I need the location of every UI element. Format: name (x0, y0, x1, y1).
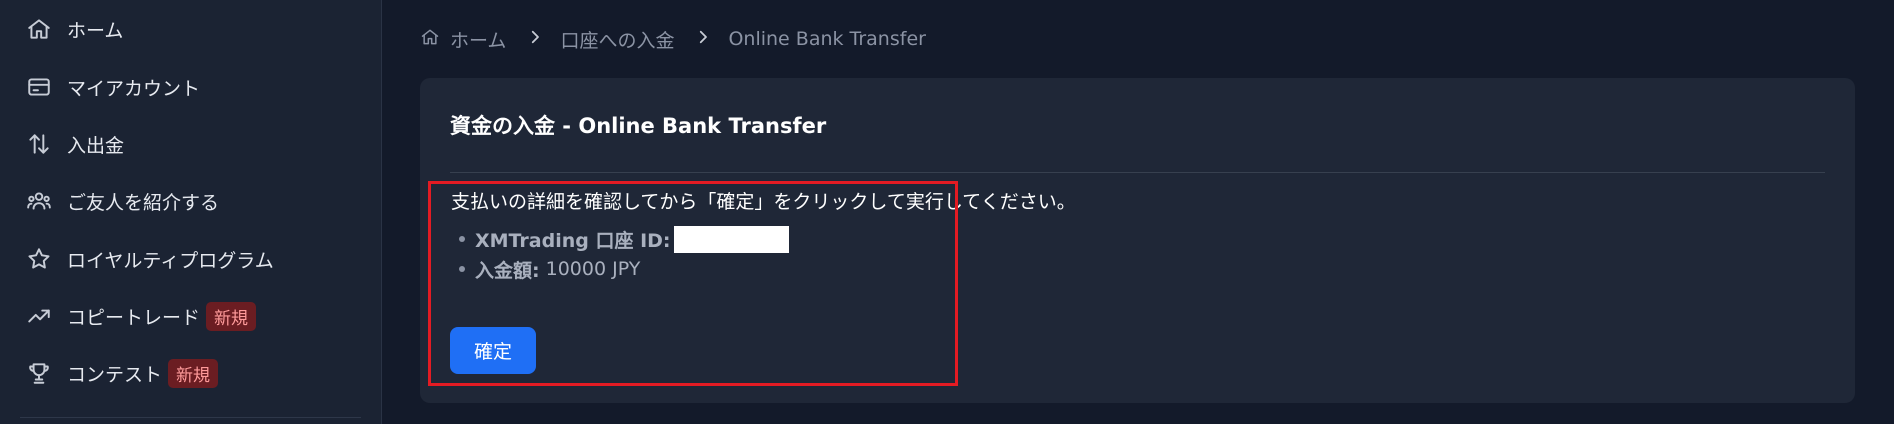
card-divider (450, 172, 1825, 173)
users-icon (25, 187, 53, 215)
sidebar-item-label: マイアカウント (67, 77, 201, 100)
chevron-right-icon (694, 28, 712, 51)
card-icon (25, 73, 53, 101)
sidebar-item-label: コンテスト (67, 363, 163, 386)
sidebar-item-label: コピートレード (67, 306, 201, 329)
trophy-icon (25, 359, 53, 387)
breadcrumb-deposit[interactable]: 口座への入金 (560, 26, 674, 53)
sidebar-item-refer-friends[interactable]: ご友人を紹介する (25, 181, 219, 221)
highlight-box (428, 181, 958, 386)
card-title: 資金の入金 - Online Bank Transfer (450, 114, 827, 138)
star-icon (25, 245, 53, 273)
sidebar-item-deposit-withdraw[interactable]: 入出金 (25, 124, 124, 164)
sidebar-item-my-account[interactable]: マイアカウント (25, 67, 200, 107)
sidebar-divider (20, 417, 361, 418)
transfer-arrows-icon (25, 130, 53, 158)
home-icon (25, 15, 53, 43)
sidebar-item-label: ホーム (67, 19, 124, 42)
sidebar-item-label: ご友人を紹介する (67, 191, 220, 214)
new-badge: 新規 (168, 358, 219, 388)
home-icon[interactable] (420, 27, 440, 52)
trend-up-icon (25, 302, 53, 330)
sidebar-item-contest[interactable]: コンテスト 新規 (25, 353, 219, 393)
sidebar-item-copy-trade[interactable]: コピートレード 新規 (25, 296, 257, 336)
sidebar-item-label: ロイヤルティプログラム (67, 249, 274, 272)
sidebar-item-loyalty-program[interactable]: ロイヤルティプログラム (25, 239, 274, 279)
breadcrumb: ホーム 口座への入金 Online Bank Transfer (420, 24, 926, 54)
chevron-right-icon (526, 28, 544, 51)
breadcrumb-current: Online Bank Transfer (728, 28, 926, 50)
new-badge: 新規 (206, 301, 257, 331)
sidebar: ホーム マイアカウント 入出金 ご友人を紹介する ロイヤルティプログラム コピー… (0, 0, 382, 424)
sidebar-item-home[interactable]: ホーム (25, 9, 123, 49)
sidebar-item-label: 入出金 (67, 134, 125, 157)
breadcrumb-home[interactable]: ホーム (450, 26, 506, 53)
